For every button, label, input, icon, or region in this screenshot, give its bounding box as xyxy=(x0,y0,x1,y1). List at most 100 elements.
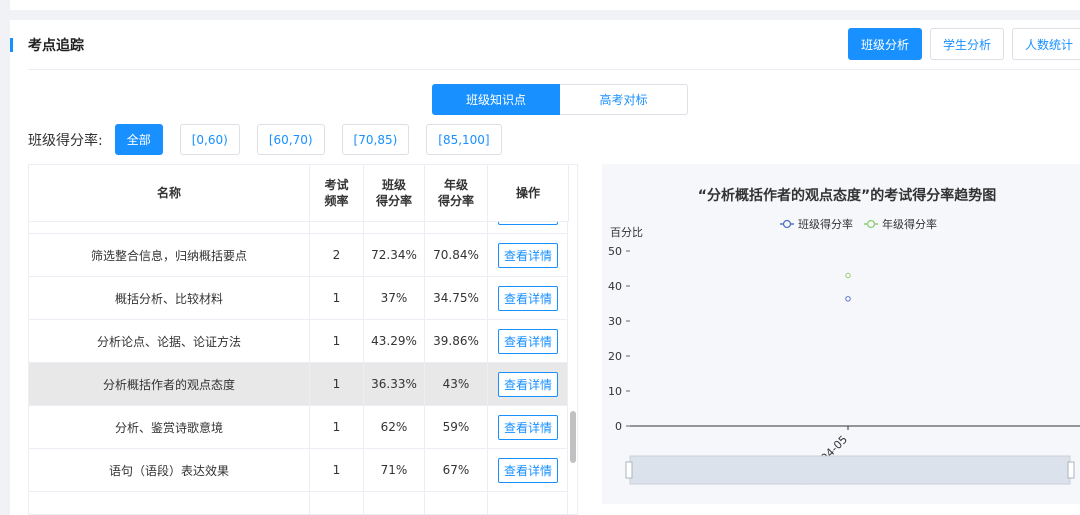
header-grade-rate-text: 年级 得分率 xyxy=(437,178,474,208)
cell-action xyxy=(488,492,569,514)
cell-name: 概括分析、比较材料 xyxy=(29,277,310,319)
cell-frequency: 1 xyxy=(310,406,364,448)
cell-frequency: 1 xyxy=(310,277,364,319)
header-class-rate: 班级 得分率 xyxy=(364,165,425,221)
cell-grade-rate xyxy=(425,492,488,514)
cell-name: 分析、鉴赏诗歌意境 xyxy=(29,406,310,448)
knowledge-table: 理解重要概念含义160%67.08%查看详情筛选整合信息，归纳概括要点272.3… xyxy=(28,164,578,515)
cell-action: 查看详情 xyxy=(488,277,569,319)
header-name-text: 名称 xyxy=(156,186,181,200)
cell-name: 分析概括作者的观点态度 xyxy=(29,363,310,405)
cell-name: 分析论点、论据、论证方法 xyxy=(29,320,310,362)
view-detail-button[interactable]: 查看详情 xyxy=(497,328,558,354)
cell-grade-rate: 39.86% xyxy=(425,320,488,362)
y-tick-label-0: 0 xyxy=(615,420,622,433)
zoom-handle-right xyxy=(1067,461,1075,479)
cell-frequency: 1 xyxy=(310,320,364,362)
knowledge-point-card: 考点追踪 班级分析 学生分析 人数统计 班级知识点 高考对标 班级得分率: 全部… xyxy=(10,20,1080,515)
y-tick-label-30: 30 xyxy=(608,315,622,328)
legend-label-1: 年级得分率 xyxy=(882,217,937,231)
legend-marker-1 xyxy=(866,219,876,229)
cell-frequency: 1 xyxy=(310,449,364,491)
rate-filter-60-70[interactable]: [60,70) xyxy=(256,124,325,155)
table-row[interactable]: 分析论点、论据、论证方法 1 43.29% 39.86% 查看详情 xyxy=(29,320,569,363)
cell-action: 查看详情 xyxy=(488,449,569,491)
rate-filter-85-100[interactable]: [85,100] xyxy=(426,124,502,155)
view-detail-button[interactable]: 查看详情 xyxy=(497,414,558,440)
rate-filter: 班级得分率: 全部 [0,60) [60,70) [70,85) [85,100… xyxy=(28,124,519,155)
analysis-tabs: 班级分析 学生分析 人数统计 xyxy=(848,28,1080,60)
section-title-text: 考点追踪 xyxy=(28,38,84,54)
cell-grade-rate: 43% xyxy=(425,363,488,405)
trend-chart-svg: “分析概括作者的观点态度”的考试得分率趋势图班级得分率 年级得分率百分比 0 10 20… xyxy=(608,187,1080,487)
cell-action: 查看详情 xyxy=(488,320,569,362)
segment-gaokao-benchmark[interactable]: 高考对标 xyxy=(560,84,688,115)
trend-chart: “分析概括作者的观点态度”的考试得分率趋势图班级得分率 年级得分率百分比 0 10 20… xyxy=(602,164,1080,504)
zoom-handle-left xyxy=(625,461,633,479)
table-body: 理解重要概念含义160%67.08%查看详情筛选整合信息，归纳概括要点272.3… xyxy=(29,191,569,514)
cell-class-rate: 62% xyxy=(364,406,425,448)
chart-title: “分析概括作者的观点态度”的考试得分率趋势图 xyxy=(698,187,996,204)
legend-label-0: 班级得分率 xyxy=(798,217,853,231)
table-header: 名称 考试 频率 班级 得分率 年级 得分率 操作 xyxy=(29,165,569,222)
title-accent-bar xyxy=(10,38,13,52)
header-class-rate-text: 班级 得分率 xyxy=(375,178,412,208)
header-action-text: 操作 xyxy=(515,186,540,200)
rate-filter-all[interactable]: 全部 xyxy=(114,124,163,155)
cell-frequency xyxy=(310,492,364,514)
view-detail-button[interactable]: 查看详情 xyxy=(497,285,558,311)
cell-class-rate: 43.29% xyxy=(364,320,425,362)
cell-action: 查看详情 xyxy=(488,363,569,405)
view-detail-button[interactable]: 查看详情 xyxy=(497,371,558,397)
y-tick-label-20: 20 xyxy=(608,350,622,363)
view-segment: 班级知识点 高考对标 xyxy=(432,84,688,115)
cell-grade-rate: 34.75% xyxy=(425,277,488,319)
table-row[interactable]: 分析、鉴赏诗歌意境 1 62% 59% 查看详情 xyxy=(29,406,569,449)
table-row[interactable]: 筛选整合信息，归纳概括要点 2 72.34% 70.84% 查看详情 xyxy=(29,234,569,277)
cell-class-rate: 36.33% xyxy=(364,363,425,405)
tab-student-analysis[interactable]: 学生分析 xyxy=(930,28,1005,60)
cell-class-rate: 37% xyxy=(364,277,425,319)
tab-headcount[interactable]: 人数统计 xyxy=(1012,28,1080,60)
cell-grade-rate: 70.84% xyxy=(425,234,488,276)
data-point-1 xyxy=(845,272,851,279)
y-tick-label-40: 40 xyxy=(608,280,622,293)
view-detail-button[interactable]: 查看详情 xyxy=(497,242,558,268)
header-frequency: 考试 频率 xyxy=(310,165,364,221)
cell-class-rate: 72.34% xyxy=(364,234,425,276)
cell-action: 查看详情 xyxy=(488,406,569,448)
cell-grade-rate: 59% xyxy=(425,406,488,448)
cell-frequency: 1 xyxy=(310,363,364,405)
table-row[interactable] xyxy=(29,492,569,514)
table-row[interactable]: 分析概括作者的观点态度 1 36.33% 43% 查看详情 xyxy=(29,363,569,406)
header-divider xyxy=(28,69,1080,70)
header-grade-rate: 年级 得分率 xyxy=(425,165,488,221)
cell-name: 语句（语段）表达效果 xyxy=(29,449,310,491)
y-tick-label-10: 10 xyxy=(608,385,622,398)
section-title: 考点追踪 xyxy=(10,34,84,56)
y-axis-label: 百分比 xyxy=(610,226,643,239)
cell-name: 筛选整合信息，归纳概括要点 xyxy=(29,234,310,276)
header-frequency-text: 考试 频率 xyxy=(324,178,349,208)
table-scrollbar-thumb[interactable] xyxy=(570,411,576,463)
data-point-0 xyxy=(845,296,851,302)
segment-class-knowledge[interactable]: 班级知识点 xyxy=(432,84,560,115)
rate-filter-70-85[interactable]: [70,85) xyxy=(341,124,410,155)
zoom-slider xyxy=(629,455,1071,485)
cell-frequency: 2 xyxy=(310,234,364,276)
table-row[interactable]: 概括分析、比较材料 1 37% 34.75% 查看详情 xyxy=(29,277,569,320)
cell-grade-rate: 67% xyxy=(425,449,488,491)
rate-filter-label: 班级得分率: xyxy=(28,132,103,149)
y-tick-label-50: 50 xyxy=(608,245,622,258)
view-detail-button[interactable]: 查看详情 xyxy=(497,457,558,483)
cell-action: 查看详情 xyxy=(488,234,569,276)
top-card xyxy=(10,0,1080,10)
table-row[interactable]: 语句（语段）表达效果 1 71% 67% 查看详情 xyxy=(29,449,569,492)
cell-class-rate: 71% xyxy=(364,449,425,491)
header-action: 操作 xyxy=(488,165,569,221)
cell-name xyxy=(29,492,310,514)
rate-filter-0-60[interactable]: [0,60) xyxy=(179,124,240,155)
cell-class-rate xyxy=(364,492,425,514)
tab-class-analysis[interactable]: 班级分析 xyxy=(848,28,923,60)
legend-marker-0 xyxy=(782,219,792,229)
